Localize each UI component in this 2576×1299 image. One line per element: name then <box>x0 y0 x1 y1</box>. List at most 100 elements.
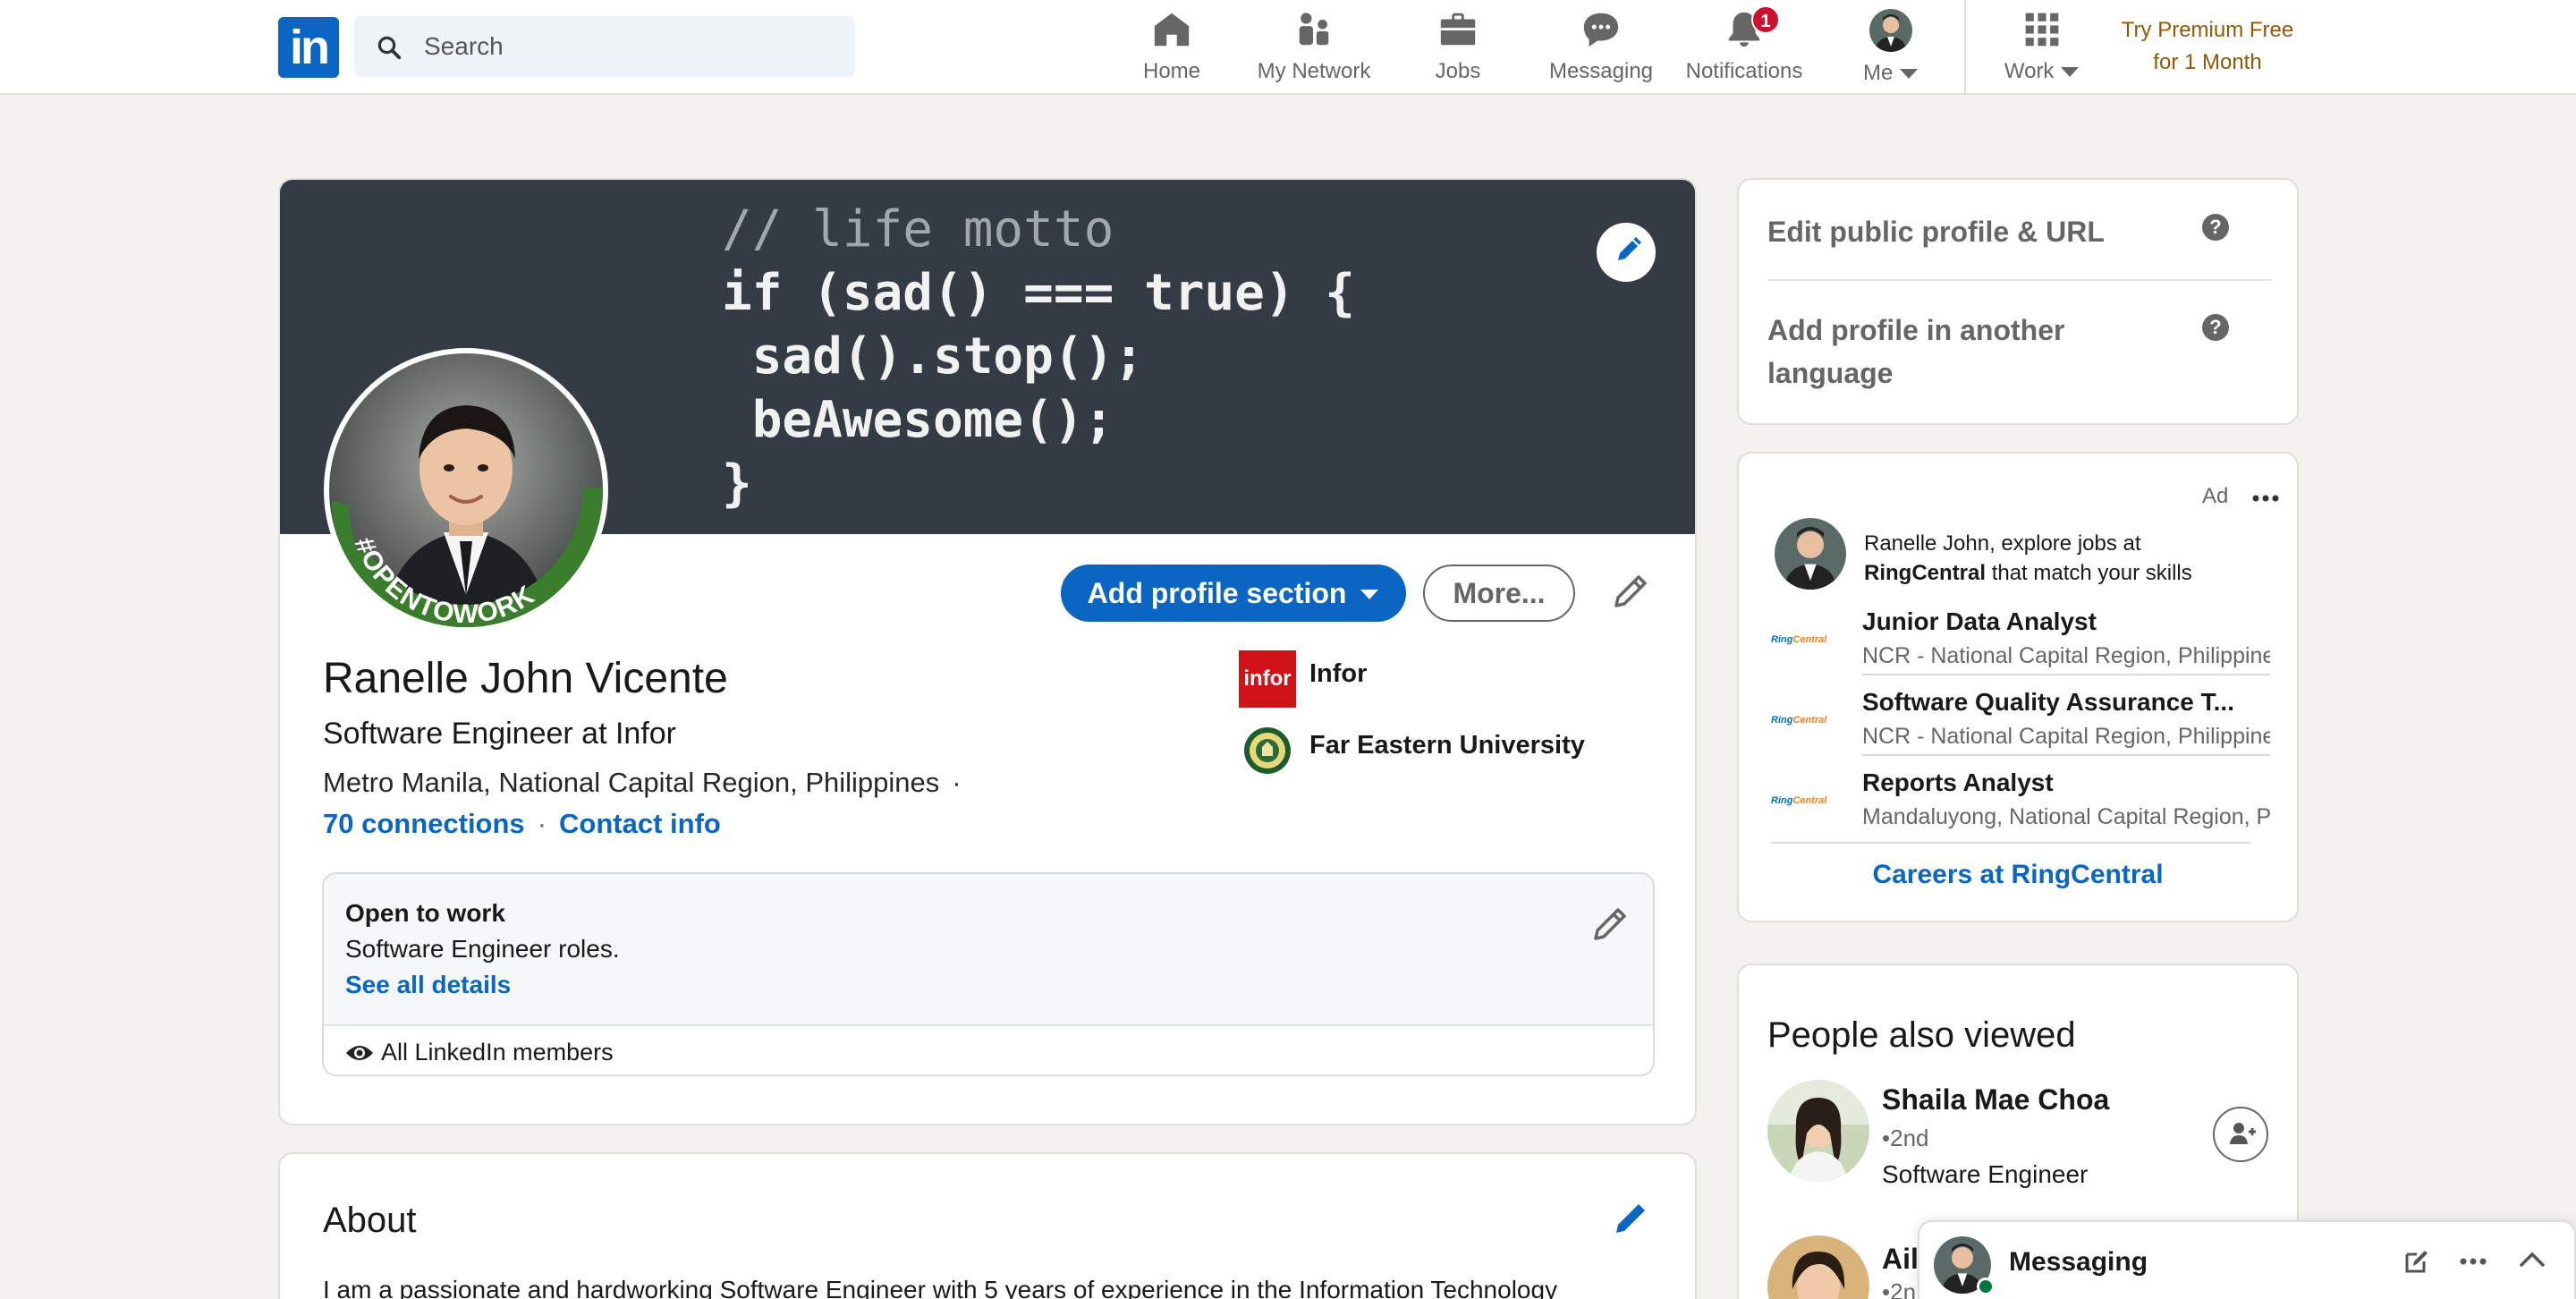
job-location: NCR - National Capital Region, Philippin… <box>1862 643 2270 668</box>
open-to-work-box[interactable]: Open to work Software Engineer roles. Se… <box>322 872 1655 1076</box>
person-name[interactable]: Shaila Mae Choa <box>1882 1083 2109 1116</box>
job-title: Reports Analyst <box>1862 768 2054 796</box>
profile-settings-card: Edit public profile & URL ? Add profile … <box>1737 178 2299 425</box>
divider <box>1767 279 2272 281</box>
grid-icon <box>2025 13 2059 47</box>
ad-card: Ad Ranelle John, explore jobs at RingCen… <box>1737 452 2299 922</box>
nav-me-label: Me <box>1855 61 1927 86</box>
edit-banner-button[interactable] <box>1597 223 1656 282</box>
job-title: Junior Data Analyst <box>1862 607 2097 635</box>
pencil-icon <box>1618 237 1641 260</box>
edit-intro-pencil-icon[interactable] <box>1609 570 1652 613</box>
more-options-icon[interactable] <box>2460 1258 2487 1265</box>
person-avatar[interactable] <box>1767 1235 1869 1299</box>
add-language-profile-link[interactable]: Add profile in another language <box>1767 309 2064 395</box>
nav-me[interactable]: Me <box>1855 9 1927 86</box>
nav-notifications-label: Notifications <box>1685 59 1803 83</box>
nav-home[interactable]: Home <box>1136 9 1208 86</box>
nav-messaging-label: Messaging <box>1548 59 1654 83</box>
help-icon[interactable]: ? <box>2202 314 2229 341</box>
caret-down-icon <box>1360 590 1379 600</box>
ad-job-item[interactable]: RingCentral Software Quality Assurance T… <box>1771 686 2272 765</box>
messaging-label: Messaging <box>2009 1247 2148 1277</box>
profile-headline: Software Engineer at Infor <box>323 717 677 751</box>
divider <box>1862 674 2270 675</box>
home-icon <box>1154 13 1190 47</box>
more-button[interactable]: More... <box>1423 565 1575 622</box>
chevron-up-icon[interactable] <box>2519 1251 2546 1269</box>
ad-label: Ad <box>2202 484 2229 508</box>
chevron-down-icon <box>2061 66 2080 77</box>
ringcentral-logo-ring: Ring <box>1771 715 1793 726</box>
add-profile-section-label: Add profile section <box>1087 576 1347 609</box>
eye-icon <box>346 1046 373 1060</box>
ad-job-item[interactable]: RingCentral Reports Analyst Mandaluyong,… <box>1771 767 2272 845</box>
university-seal-icon <box>1244 727 1291 774</box>
profile-location: Metro Manila, National Capital Region, P… <box>323 767 962 799</box>
code-line: if (sad() === true) { <box>722 264 1356 322</box>
search-icon <box>377 36 402 60</box>
connection-degree: •2n <box>1882 1278 1917 1299</box>
divider <box>1771 842 2250 844</box>
contact-info-link[interactable]: Contact info <box>559 808 721 839</box>
nav-work[interactable]: Work <box>1993 9 2091 86</box>
my-network-icon <box>1299 13 1329 46</box>
edit-public-profile-link[interactable]: Edit public profile & URL <box>1767 210 2105 253</box>
edit-about-pencil-icon[interactable] <box>1609 1197 1652 1240</box>
profile-photo[interactable]: #OPENTOWORK <box>324 348 608 633</box>
nav-messaging[interactable]: Messaging <box>1537 9 1665 86</box>
code-comment: // life motto <box>722 200 1114 259</box>
nav-jobs-label: Jobs <box>1435 59 1481 83</box>
nav-work-label: Work <box>1993 59 2091 84</box>
nav-notifications[interactable]: 1 Notifications <box>1678 5 1810 86</box>
ad-message-pre: Ranelle John, explore jobs at <box>1864 531 2141 556</box>
help-icon[interactable]: ? <box>2202 214 2229 241</box>
top-navigation-bar: in Home My Network Jobs Messaging 1 Noti… <box>0 0 2576 95</box>
nav-home-label: Home <box>1142 59 1201 83</box>
careers-at-ringcentral-link[interactable]: Careers at RingCentral <box>1739 860 2297 890</box>
try-premium-link[interactable]: Try Premium Free for 1 Month <box>2102 14 2313 79</box>
edit-open-to-work-pencil-icon[interactable] <box>1589 903 1631 946</box>
search-input[interactable] <box>424 16 835 77</box>
ringcentral-logo-central: Central <box>1792 634 1827 645</box>
open-to-work-visibility: All LinkedIn members <box>324 1024 1653 1074</box>
compose-icon[interactable] <box>2402 1247 2431 1276</box>
visibility-text: All LinkedIn members <box>381 1039 614 1066</box>
see-all-details-link[interactable]: See all details <box>345 971 511 999</box>
add-language-line-1: Add profile in another <box>1767 314 2065 346</box>
infor-logo: infor <box>1239 650 1296 708</box>
open-to-work-title: Open to work <box>345 899 505 927</box>
notification-count-badge: 1 <box>1751 5 1780 34</box>
ringcentral-logo-central: Central <box>1792 715 1827 726</box>
linkedin-logo[interactable]: in <box>278 17 339 78</box>
nav-my-network[interactable]: My Network <box>1247 9 1381 86</box>
more-options-icon[interactable] <box>2252 495 2279 502</box>
ringcentral-logo: RingCentral <box>1771 795 1826 806</box>
premium-line-2: for 1 Month <box>2153 50 2262 74</box>
connection-degree: •2nd <box>1882 1125 1929 1151</box>
banner-code: // life motto if (sad() === true) { sad(… <box>722 198 1355 515</box>
ringcentral-logo-ring: Ring <box>1771 634 1793 645</box>
search-bar[interactable] <box>354 16 855 77</box>
job-location: Mandaluyong, National Capital Region, Ph… <box>1862 804 2270 829</box>
about-text: I am a passionate and hardworking Softwa… <box>323 1276 1558 1299</box>
add-language-line-2: language <box>1767 357 1894 389</box>
messaging-overlay-bar[interactable]: Messaging <box>1918 1220 2576 1299</box>
nav-jobs[interactable]: Jobs <box>1422 9 1494 86</box>
profile-links: 70 connections · Contact info <box>323 808 721 840</box>
briefcase-icon <box>1440 13 1476 46</box>
person-name[interactable]: Ail <box>1882 1243 1919 1276</box>
avatar <box>1775 518 1846 590</box>
ad-job-item[interactable]: RingCentral Junior Data Analyst NCR - Na… <box>1771 606 2272 684</box>
nav-divider <box>1964 0 1966 93</box>
person-avatar[interactable] <box>1767 1080 1869 1182</box>
add-person-icon <box>2230 1123 2256 1144</box>
about-title: About <box>323 1201 417 1240</box>
open-to-work-roles: Software Engineer roles. <box>345 935 620 963</box>
messaging-icon <box>1583 13 1619 47</box>
add-profile-section-button[interactable]: Add profile section <box>1061 565 1406 622</box>
connect-button[interactable] <box>2213 1107 2268 1162</box>
chevron-down-icon <box>1900 68 1918 79</box>
connections-link[interactable]: 70 connections <box>323 808 525 839</box>
code-line: sad().stop(); <box>722 327 1145 386</box>
